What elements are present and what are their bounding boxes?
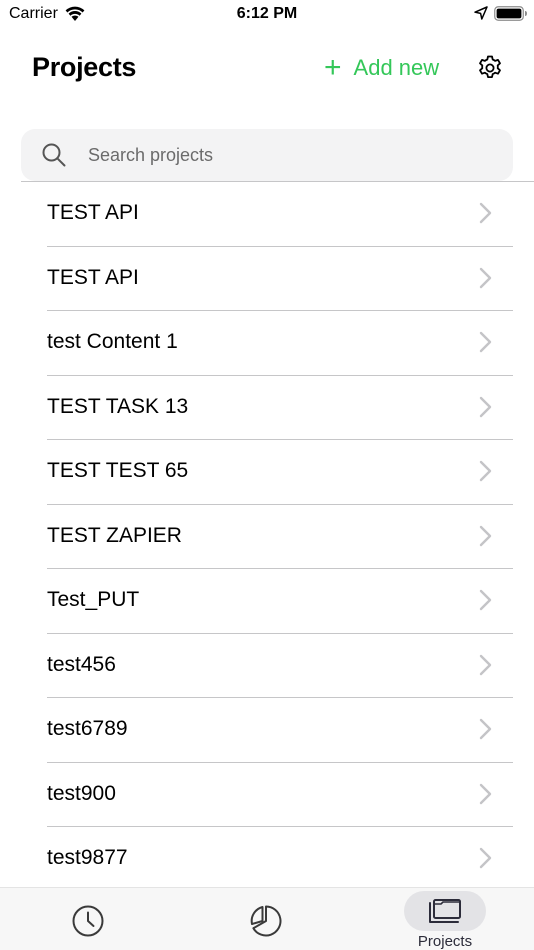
tab-history[interactable]: [58, 888, 118, 950]
project-name: test900: [47, 781, 116, 805]
tab-projects-label: Projects: [417, 933, 473, 950]
chevron-right-icon: [479, 783, 492, 804]
chevron-right-icon: [479, 331, 492, 353]
project-name: TEST TEST 65: [47, 459, 189, 482]
search-bar[interactable]: [21, 129, 513, 181]
tab-bar: Projects: [0, 887, 534, 950]
project-row[interactable]: test456: [0, 634, 534, 698]
search-input[interactable]: [88, 129, 488, 181]
project-name: TEST API: [47, 265, 139, 289]
project-row[interactable]: TEST TEST 65: [0, 440, 534, 505]
status-bar: Carrier 6:12 PM: [0, 0, 534, 30]
chevron-right-icon: [479, 525, 492, 546]
project-name: test6789: [47, 717, 128, 740]
tab-reports[interactable]: [236, 888, 296, 950]
plus-icon: +: [324, 51, 342, 84]
add-new-label: Add new: [353, 55, 440, 80]
add-new-button[interactable]: + Add new: [324, 53, 439, 83]
project-list: TEST API TEST API test Content 1 TEST TASK …: [0, 182, 534, 887]
project-row[interactable]: TEST API: [0, 182, 534, 247]
project-name: TEST ZAPIER: [47, 523, 182, 547]
pie-chart-icon: [250, 905, 282, 937]
chevron-right-icon: [479, 718, 492, 740]
folders-icon: [429, 899, 461, 923]
chevron-right-icon: [479, 847, 492, 869]
project-row[interactable]: TEST ZAPIER: [0, 505, 534, 569]
project-row[interactable]: test6789: [0, 698, 534, 763]
project-name: test456: [47, 652, 116, 676]
chevron-right-icon: [479, 396, 492, 417]
status-time: 6:12 PM: [236, 5, 298, 22]
location-arrow-icon: [474, 6, 488, 20]
clock-icon: [72, 905, 104, 937]
project-name: TEST API: [47, 201, 139, 224]
project-row[interactable]: Test_PUT: [0, 569, 534, 634]
project-name: test9877: [47, 846, 128, 869]
chevron-right-icon: [479, 589, 492, 611]
project-name: test Content 1: [47, 330, 178, 353]
project-row[interactable]: test9877: [0, 827, 534, 887]
chevron-right-icon: [479, 202, 492, 224]
project-row[interactable]: TEST API: [0, 247, 534, 311]
project-row[interactable]: test Content 1: [0, 311, 534, 376]
chevron-right-icon: [479, 654, 492, 675]
search-icon: [42, 143, 66, 167]
chevron-right-icon: [479, 267, 492, 288]
project-name: TEST TASK 13: [47, 394, 189, 418]
battery-icon: [494, 6, 527, 21]
chevron-right-icon: [479, 460, 492, 482]
project-row[interactable]: test900: [0, 763, 534, 827]
gear-icon[interactable]: [476, 54, 504, 82]
project-name: Test_PUT: [47, 588, 140, 611]
tab-projects[interactable]: Projects: [400, 888, 490, 950]
page-title: Projects: [32, 52, 137, 82]
project-row[interactable]: TEST TASK 13: [0, 376, 534, 440]
